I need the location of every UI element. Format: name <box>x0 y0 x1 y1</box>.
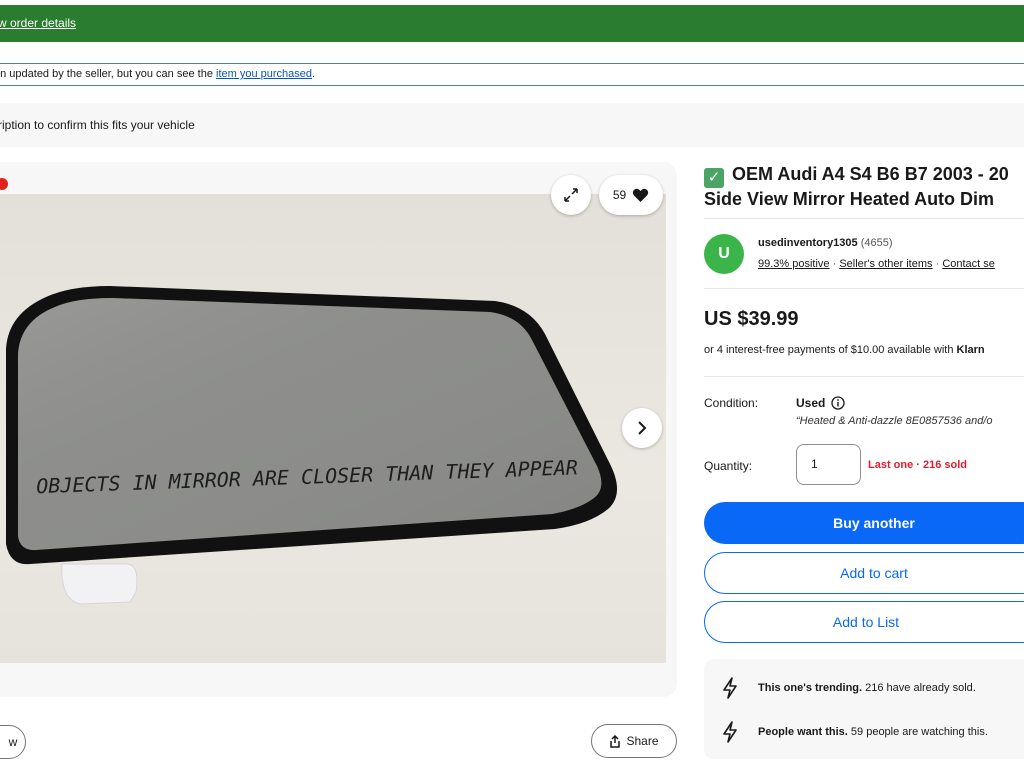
notice-text: en updated by the seller, but you can se… <box>0 68 315 80</box>
order-banner: w order details <box>0 5 1024 42</box>
lightning-icon <box>723 677 737 699</box>
signals-box <box>704 659 1024 759</box>
contact-seller-link[interactable]: Contact se <box>942 258 995 270</box>
watch-button[interactable]: 59 <box>599 175 663 215</box>
quantity-input[interactable]: 1 <box>796 444 861 485</box>
product-photo[interactable]: OBJECTS IN MIRROR ARE CLOSER THAN THEY A… <box>0 194 666 663</box>
title-line-2: Side View Mirror Heated Auto Dim <box>704 189 995 209</box>
signal-bold-2: People want this. <box>758 726 848 738</box>
notice-text-before: en updated by the seller, but you can se… <box>0 68 216 80</box>
divider <box>704 218 1024 219</box>
view-button[interactable]: w <box>0 725 26 759</box>
installments-text: or 4 interest-free payments of $10.00 av… <box>704 344 985 356</box>
condition-value: Used <box>796 396 845 410</box>
trending-signal: This one's trending. 216 have already so… <box>720 677 976 699</box>
seller-positive-link[interactable]: 99.3% positive <box>758 258 830 270</box>
divider <box>704 376 1024 377</box>
view-order-details-link[interactable]: w order details <box>0 16 76 30</box>
item-purchased-link[interactable]: item you purchased <box>216 68 312 80</box>
installments-copy: or 4 interest-free payments of $10.00 av… <box>704 344 957 356</box>
signal-text-2: People want this. 59 people are watching… <box>758 726 988 738</box>
lightning-icon <box>723 721 737 743</box>
check-icon: ✓ <box>704 168 724 188</box>
add-to-list-button[interactable]: Add to List <box>704 601 1024 643</box>
share-icon <box>610 734 621 748</box>
next-image-button[interactable] <box>622 408 662 448</box>
view-button-label: w <box>8 735 18 749</box>
seller-links-separator-2: · <box>932 258 943 270</box>
seller-name[interactable]: usedinventory1305 <box>758 237 858 249</box>
heart-icon <box>633 188 649 202</box>
fitment-text: ription to confirm this fits your vehicl… <box>0 118 195 132</box>
seller-links-separator-1: · <box>829 258 840 270</box>
seller-feedback-count: (4655) <box>860 237 893 249</box>
add-to-list-label: Add to List <box>832 614 900 630</box>
share-label: Share <box>626 734 659 748</box>
buy-another-label: Buy another <box>833 515 915 531</box>
quantity-label: Quantity: <box>704 459 753 473</box>
watching-signal: People want this. 59 people are watching… <box>720 721 988 743</box>
divider <box>704 288 1024 289</box>
signal-text-1: This one's trending. 216 have already so… <box>758 682 976 694</box>
stock-status: Last one · 216 sold <box>868 459 968 471</box>
signal-rest-1: 216 have already sold. <box>862 682 976 694</box>
seller-other-items-link[interactable]: Seller's other items <box>839 258 932 270</box>
share-button[interactable]: Share <box>591 724 677 758</box>
signal-bold-1: This one's trending. <box>758 682 863 694</box>
chevron-right-icon <box>638 421 647 435</box>
seller-info: usedinventory1305 (4655) <box>758 237 893 249</box>
notice-text-after: . <box>312 68 316 80</box>
seller-avatar[interactable]: U <box>704 234 744 274</box>
buy-another-button[interactable]: Buy another <box>704 502 1024 544</box>
expand-icon <box>564 188 578 202</box>
condition-text: Used <box>796 396 826 410</box>
listing-title: ✓ OEM Audi A4 S4 B6 B7 2003 - 20 Side Vie… <box>704 163 1024 210</box>
watchers-count: 59 <box>612 188 627 202</box>
mirror-image: OBJECTS IN MIRROR ARE CLOSER THAN THEY A… <box>6 286 618 605</box>
image-gallery: OBJECTS IN MIRROR ARE CLOSER THAN THEY A… <box>0 162 677 697</box>
listing-updated-notice: en updated by the seller, but you can se… <box>0 63 1024 86</box>
expand-button[interactable] <box>551 175 591 215</box>
price: US $39.99 <box>704 308 799 330</box>
fitment-bar: ription to confirm this fits your vehicl… <box>0 103 1024 147</box>
condition-label: Condition: <box>704 396 759 410</box>
title-line-1: OEM Audi A4 S4 B6 B7 2003 - 20 <box>732 164 1009 184</box>
klarna-logo: Klarn <box>956 344 985 356</box>
seller-links: 99.3% positive · Seller's other items · … <box>758 258 995 270</box>
add-to-cart-button[interactable]: Add to cart <box>704 552 1024 594</box>
info-icon[interactable] <box>831 396 845 410</box>
condition-note: “Heated & Anti-dazzle 8E0857536 and/o <box>796 415 993 427</box>
signal-rest-2: 59 people are watching this. <box>847 726 988 738</box>
add-to-cart-label: Add to cart <box>840 565 908 581</box>
